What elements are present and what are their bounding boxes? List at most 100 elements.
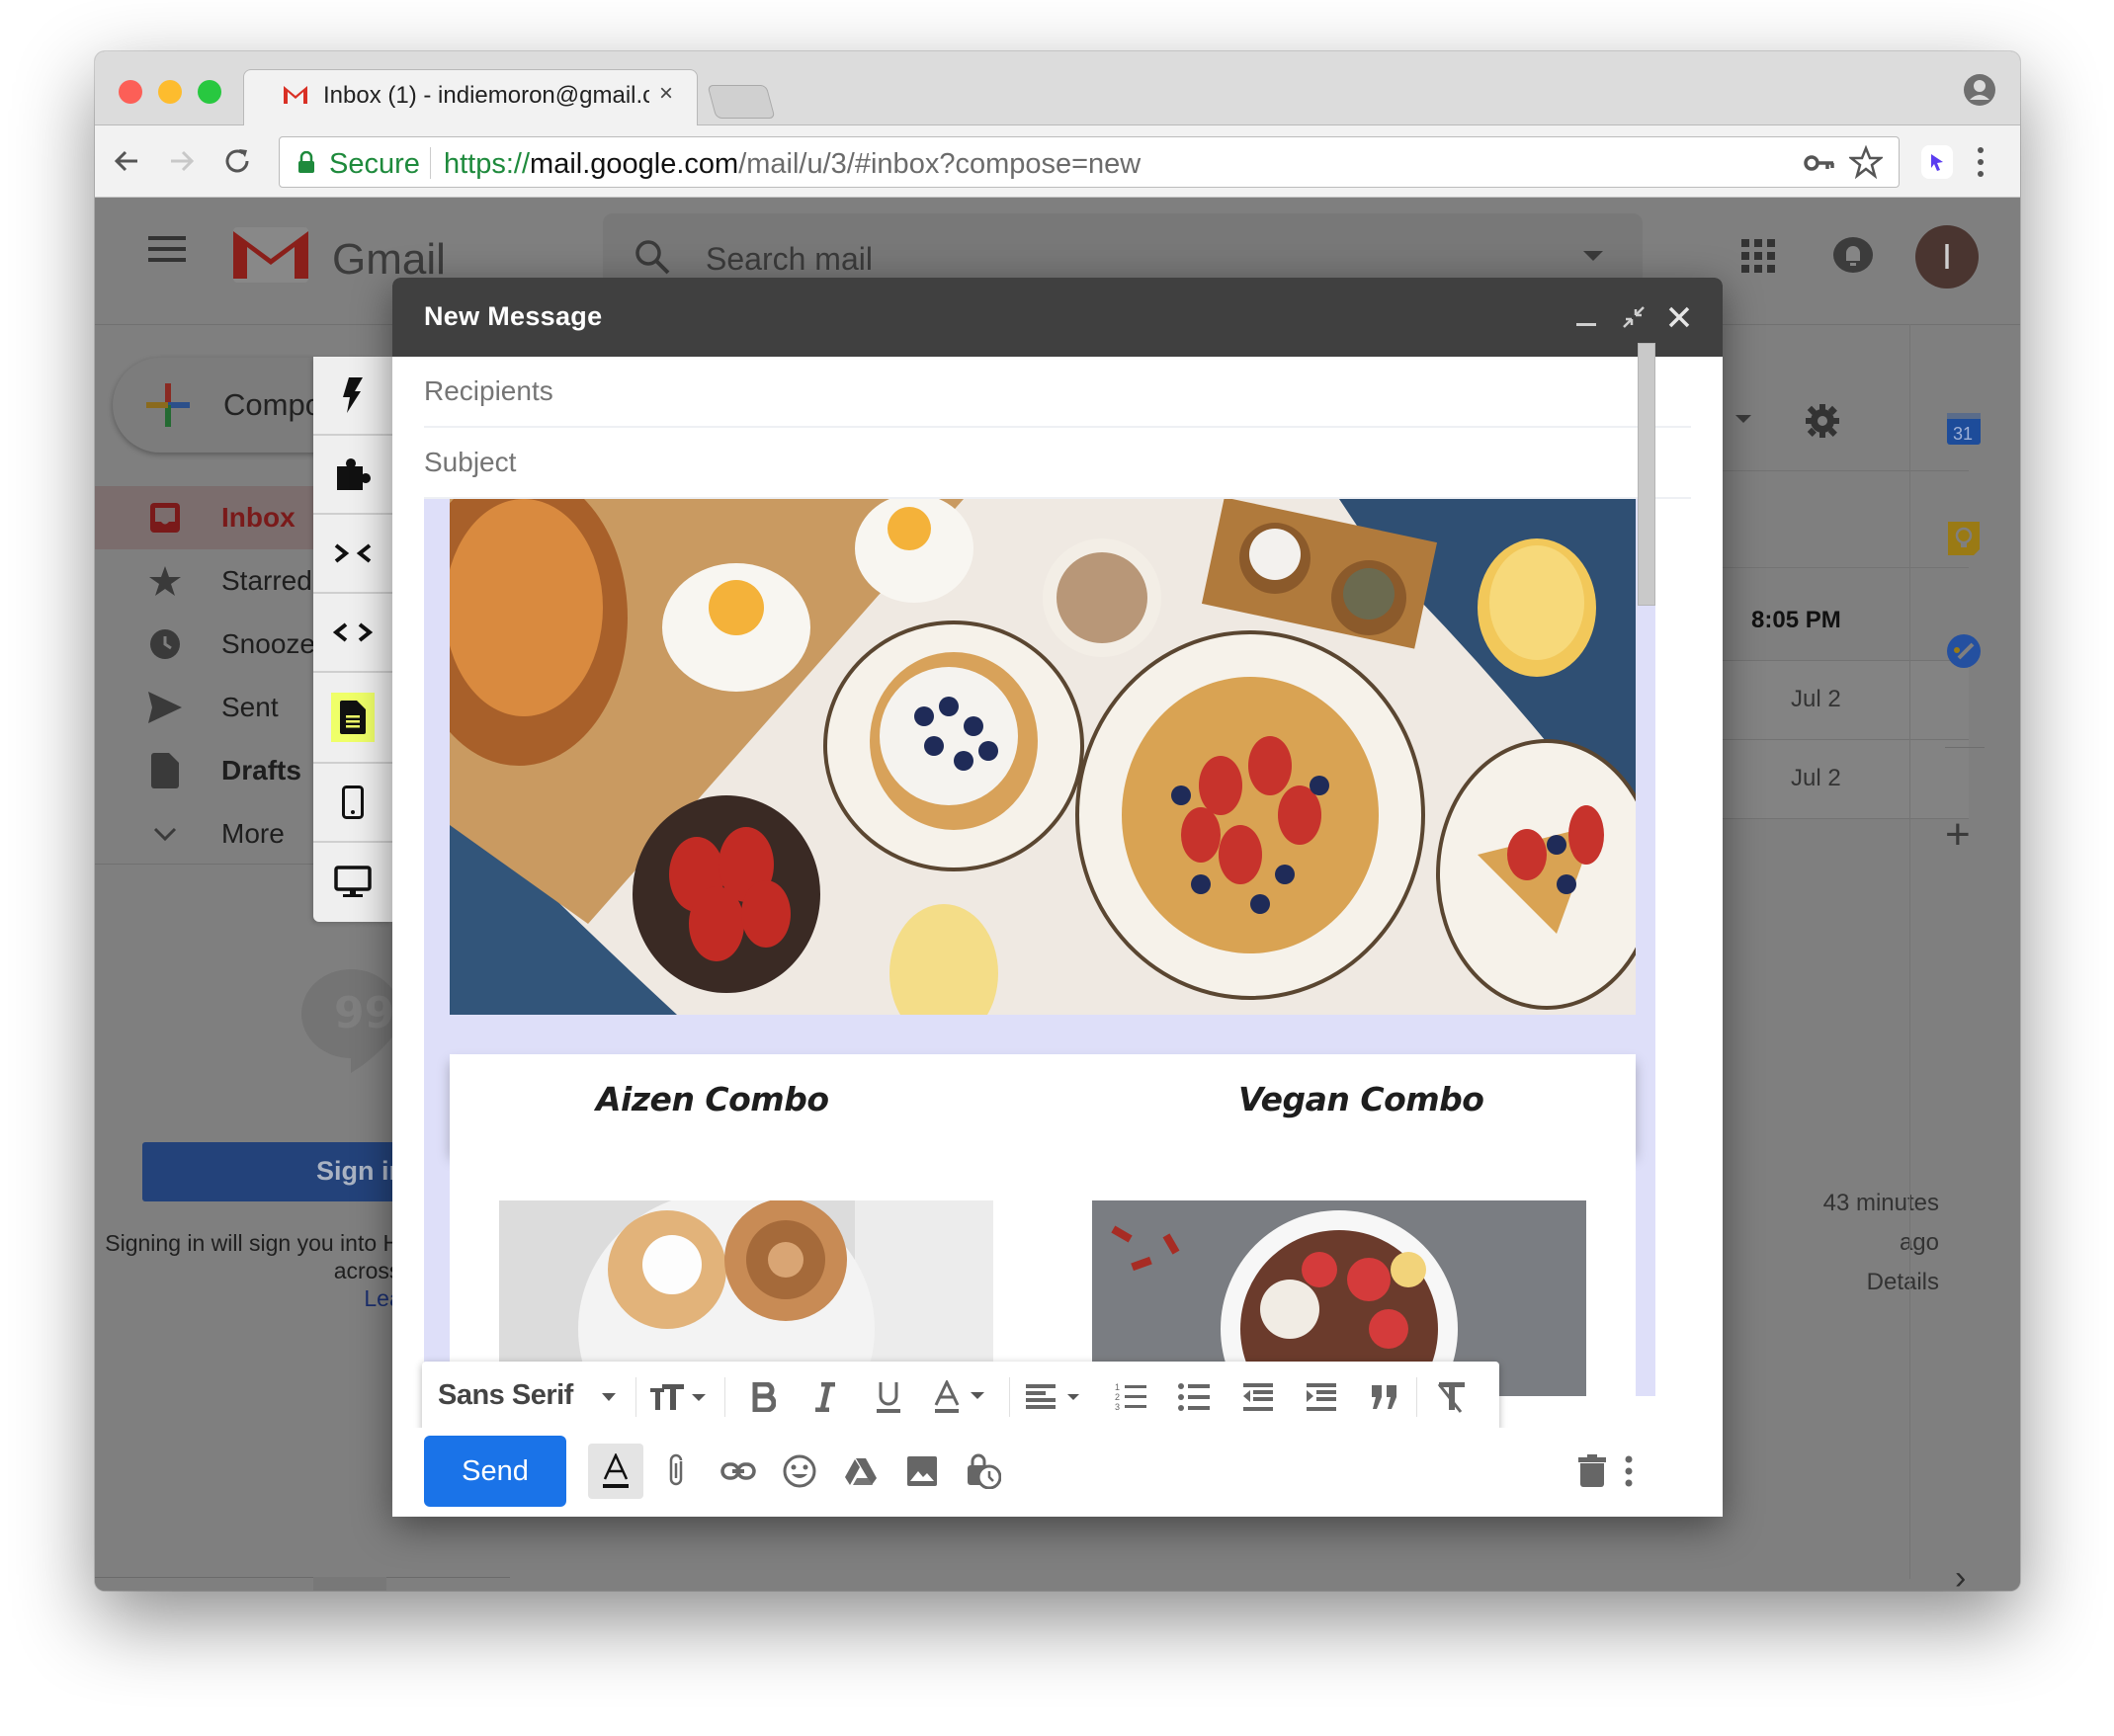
bulleted-list-button[interactable]: [1173, 1375, 1217, 1419]
zoom-window-button[interactable]: [198, 80, 221, 104]
send-button[interactable]: Send: [424, 1436, 566, 1507]
lightning-icon: [343, 377, 363, 413]
hangouts-bottom-divider: [95, 1577, 510, 1578]
close-icon[interactable]: [1665, 303, 1693, 331]
expand-side-panel-icon[interactable]: ›: [1955, 1559, 1966, 1591]
compose-side-toolbar: [313, 357, 392, 922]
gmail-logo-icon[interactable]: [233, 227, 308, 283]
calendar-icon[interactable]: 31: [1945, 409, 1983, 447]
hangouts-bubble-icon: 99: [301, 968, 401, 1073]
subject-input[interactable]: [424, 438, 1691, 487]
indent-less-button[interactable]: [1236, 1375, 1280, 1419]
browser-menu-icon[interactable]: [1971, 143, 1990, 181]
document-tool[interactable]: [313, 673, 392, 764]
apps-grid-icon[interactable]: [1741, 239, 1775, 273]
insert-photo-button[interactable]: [894, 1444, 950, 1499]
extension-cursor-icon[interactable]: [1921, 145, 1953, 179]
minimize-window-button[interactable]: [158, 80, 182, 104]
numbered-list-button[interactable]: 123: [1110, 1375, 1153, 1419]
browser-tab-inbox[interactable]: Inbox (1) - indiemoron@gmail.com ×: [243, 69, 698, 126]
sidebar-label-starred: Starred: [221, 565, 312, 596]
confidential-mode-button[interactable]: [956, 1444, 1011, 1499]
underline-icon: [877, 1382, 900, 1413]
recipients-input[interactable]: [424, 367, 1691, 416]
italic-icon: [815, 1382, 835, 1412]
code-tool[interactable]: [313, 594, 392, 673]
underline-button[interactable]: [867, 1375, 910, 1419]
puzzle-tool[interactable]: [313, 436, 392, 515]
font-dropdown-caret-icon[interactable]: [602, 1393, 616, 1401]
tab-close-icon[interactable]: ×: [659, 80, 673, 108]
font-family-select[interactable]: Sans Serif: [438, 1379, 573, 1412]
more-options-button[interactable]: [1614, 1444, 1644, 1499]
compose-title: New Message: [424, 301, 603, 331]
recipients-field[interactable]: [424, 357, 1691, 428]
notifications-bell-icon[interactable]: [1832, 235, 1874, 275]
puzzle-icon: [337, 458, 371, 490]
settings-gear-icon[interactable]: [1805, 403, 1840, 439]
new-tab-button[interactable]: [707, 85, 776, 119]
search-options-caret-icon[interactable]: [1583, 251, 1603, 261]
list-divider: [1716, 660, 1969, 661]
text-color-button[interactable]: [928, 1375, 997, 1419]
italic-button[interactable]: [803, 1375, 847, 1419]
text-color-icon: [934, 1380, 984, 1413]
desktop-icon: [334, 866, 372, 897]
indent-more-button[interactable]: [1300, 1375, 1343, 1419]
main-menu-icon[interactable]: [148, 235, 186, 263]
discard-draft-button[interactable]: [1564, 1444, 1620, 1499]
bookmark-star-icon[interactable]: [1849, 145, 1883, 179]
secure-label: Secure: [329, 148, 420, 180]
keep-bulb-icon[interactable]: [1945, 520, 1983, 557]
insert-drive-button[interactable]: [833, 1444, 888, 1499]
add-addon-icon[interactable]: +: [1945, 810, 1971, 860]
sidebar-label-more: More: [221, 818, 285, 849]
account-avatar[interactable]: I: [1915, 225, 1979, 289]
back-arrow-icon[interactable]: [109, 143, 144, 179]
align-left-icon: [1026, 1384, 1079, 1409]
omnibox-separator: [430, 147, 431, 179]
activity-details-link[interactable]: Details: [1716, 1263, 1939, 1302]
message-body[interactable]: Aizen Combo Vegan Combo: [424, 499, 1691, 1396]
quote-button[interactable]: [1363, 1375, 1406, 1419]
formatting-options-button[interactable]: [588, 1444, 643, 1499]
subject-field[interactable]: [424, 428, 1691, 499]
collapse-icon: [334, 543, 372, 563]
body-scrollbar[interactable]: [1638, 343, 1655, 606]
forward-arrow-icon[interactable]: [164, 143, 200, 179]
paperclip-icon: [669, 1453, 683, 1486]
url-text[interactable]: https://mail.google.com/mail/u/3/#inbox?…: [444, 148, 1141, 181]
side-panel-divider: [1909, 324, 1910, 1579]
attach-file-button[interactable]: [649, 1444, 705, 1499]
list-options-caret-icon[interactable]: [1735, 415, 1751, 423]
profile-icon[interactable]: [1963, 73, 1996, 107]
address-bar[interactable]: Secure https://mail.google.com/mail/u/3/…: [279, 136, 1900, 188]
toolbar-separator: [1009, 1377, 1010, 1417]
search-icon[interactable]: [633, 237, 672, 277]
svg-text:3: 3: [1115, 1402, 1120, 1412]
trash-icon: [1578, 1454, 1606, 1487]
lock-icon: [298, 151, 314, 173]
collapse-tool[interactable]: [313, 515, 392, 594]
insert-link-button[interactable]: [711, 1444, 766, 1499]
activity-ago: ago: [1899, 1229, 1939, 1256]
combo-title-aizen: Aizen Combo: [596, 1080, 829, 1118]
mobile-preview-tool[interactable]: [313, 764, 392, 843]
desktop-preview-tool[interactable]: [313, 843, 392, 922]
align-button[interactable]: [1021, 1375, 1090, 1419]
email-row[interactable]: [1716, 739, 1969, 818]
remove-formatting-button[interactable]: [1430, 1375, 1474, 1419]
key-icon[interactable]: [1804, 149, 1835, 177]
tasks-icon[interactable]: [1945, 632, 1983, 670]
minimize-icon[interactable]: [1572, 303, 1600, 331]
activity-time: 43 minutes: [1822, 1190, 1939, 1216]
reload-icon[interactable]: [219, 143, 255, 179]
exit-fullscreen-icon[interactable]: [1620, 303, 1648, 331]
svg-text:31: 31: [1953, 424, 1973, 444]
email-row[interactable]: [1716, 660, 1969, 739]
close-window-button[interactable]: [119, 80, 142, 104]
insert-emoji-button[interactable]: [772, 1444, 827, 1499]
font-size-button[interactable]: [645, 1375, 715, 1419]
bold-button[interactable]: [742, 1375, 786, 1419]
lightning-tool[interactable]: [313, 357, 392, 436]
